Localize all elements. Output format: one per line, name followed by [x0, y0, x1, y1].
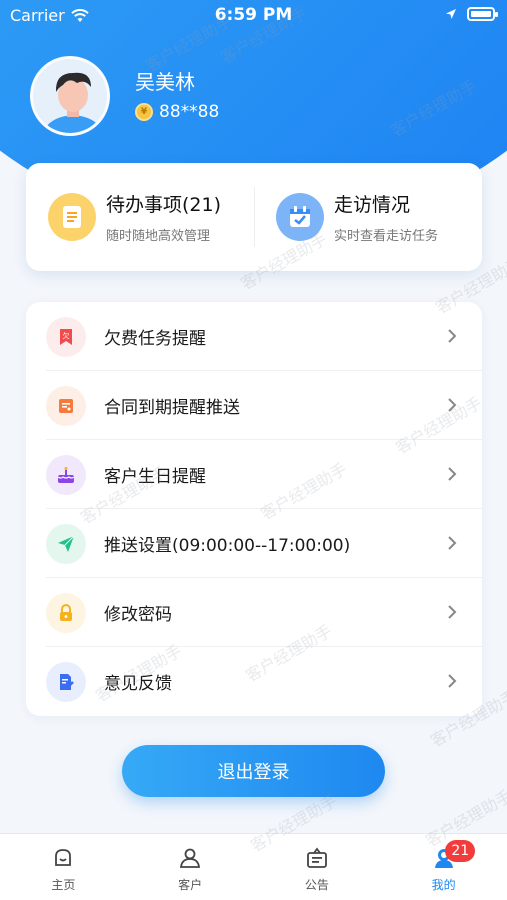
chevron-right-icon [448, 329, 457, 343]
contract-icon [46, 385, 86, 426]
tab-label: 公告 [304, 878, 329, 892]
notice-board-icon [306, 847, 327, 868]
todo-title: 待办事项(21) [106, 194, 222, 216]
menu-item-contract-expiry[interactable]: 合同到期提醒推送 [26, 371, 482, 440]
todo-subtitle: 随时随地高效管理 [106, 229, 211, 244]
avatar[interactable] [30, 56, 110, 136]
divider [254, 187, 255, 247]
calendar-check-icon [276, 193, 324, 241]
status-bar: Carrier 6:59 PM [0, 0, 507, 32]
menu-label: 推送设置(09:00:00--17:00:00) [104, 536, 351, 556]
chevron-right-icon [448, 467, 457, 481]
user-id: 88**88 [159, 102, 220, 122]
lock-icon [46, 592, 86, 633]
tab-label: 我的 [431, 878, 456, 892]
tab-notices[interactable]: 公告 [254, 834, 381, 900]
menu-item-birthday-reminder[interactable]: 客户生日提醒 [26, 440, 482, 509]
todo-button[interactable]: 待办事项(21) 随时随地高效管理 [48, 163, 221, 271]
tab-customers[interactable]: 客户 [127, 834, 254, 900]
logout-button[interactable]: 退出登录 [122, 745, 385, 797]
menu-label: 修改密码 [104, 605, 172, 625]
settings-menu: 欠 欠费任务提醒 合同到期提醒推送 客户生日提醒 推送设置(09:00:00--… [26, 302, 482, 716]
chevron-right-icon [448, 536, 457, 550]
tab-label: 主页 [51, 878, 76, 892]
chevron-right-icon [448, 674, 457, 688]
menu-item-push-settings[interactable]: 推送设置(09:00:00--17:00:00) [26, 509, 482, 578]
todo-list-icon [48, 193, 96, 241]
menu-item-change-password[interactable]: 修改密码 [26, 578, 482, 647]
menu-item-arrears-reminder[interactable]: 欠 欠费任务提醒 [26, 302, 482, 371]
paper-plane-icon [46, 523, 86, 564]
user-name: 吴美林 [135, 70, 195, 94]
person-icon [180, 848, 201, 868]
menu-label: 意见反馈 [104, 674, 172, 694]
visit-subtitle: 实时查看走访任务 [334, 229, 439, 244]
menu-label: 客户生日提醒 [104, 467, 206, 487]
home-icon [55, 849, 72, 866]
menu-label: 合同到期提醒推送 [104, 398, 240, 418]
location-arrow-icon [446, 9, 456, 19]
menu-item-feedback[interactable]: 意见反馈 [26, 647, 482, 716]
tab-bar: 主页 客户 公告 21 我的 [0, 833, 507, 900]
arrears-tag-icon: 欠 [46, 316, 86, 357]
menu-label: 欠费任务提醒 [104, 329, 206, 349]
visit-button[interactable]: 走访情况 实时查看走访任务 [276, 163, 438, 271]
user-id-row: ¥ 88**88 [135, 102, 219, 122]
chevron-right-icon [448, 605, 457, 619]
visit-title: 走访情况 [334, 194, 411, 216]
tab-home[interactable]: 主页 [0, 834, 127, 900]
quick-actions-card: 待办事项(21) 随时随地高效管理 走访情况 实时查看走访任务 [26, 163, 482, 271]
tab-label: 客户 [178, 878, 203, 892]
tab-badge: 21 [445, 840, 476, 862]
coin-icon: ¥ [135, 103, 153, 121]
birthday-cake-icon [46, 454, 86, 495]
tab-mine[interactable]: 21 我的 [380, 834, 507, 900]
feedback-edit-icon [46, 661, 86, 702]
chevron-right-icon [448, 398, 457, 412]
battery-icon [467, 7, 498, 21]
status-time: 6:59 PM [214, 5, 293, 25]
svg-text:欠: 欠 [63, 331, 70, 340]
